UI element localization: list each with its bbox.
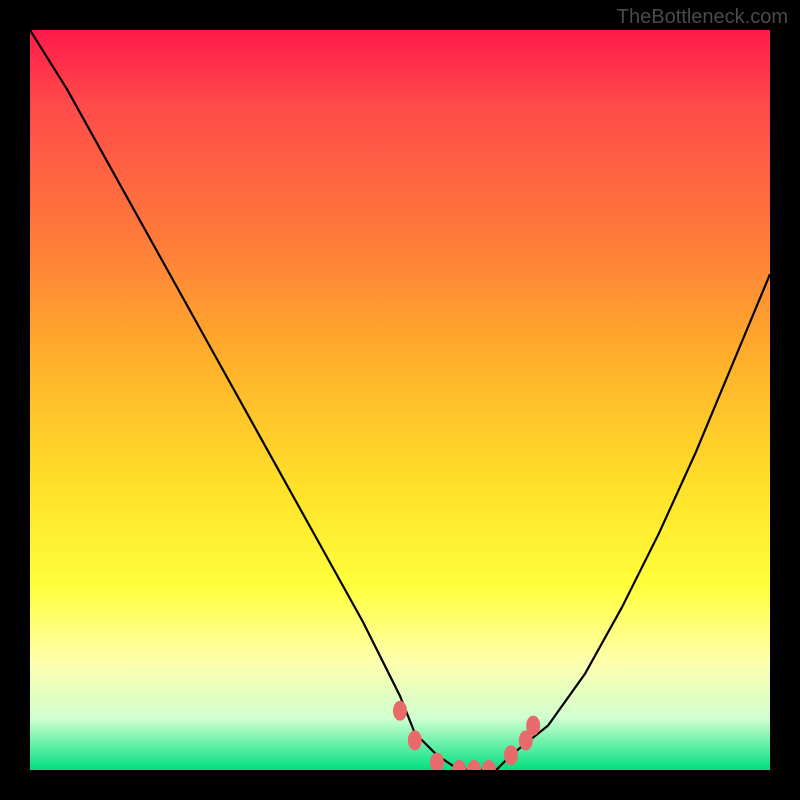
curve-marker: [467, 760, 481, 770]
curve-marker: [504, 745, 518, 765]
curve-marker: [408, 730, 422, 750]
bottleneck-curve-line: [30, 30, 770, 770]
chart-frame: TheBottleneck.com: [0, 0, 800, 800]
marker-group: [393, 701, 540, 770]
plot-area: [30, 30, 770, 770]
chart-svg: [30, 30, 770, 770]
curve-marker: [393, 701, 407, 721]
curve-marker: [430, 753, 444, 770]
curve-marker: [526, 716, 540, 736]
curve-marker: [452, 760, 466, 770]
watermark-text: TheBottleneck.com: [617, 6, 788, 29]
curve-marker: [482, 760, 496, 770]
